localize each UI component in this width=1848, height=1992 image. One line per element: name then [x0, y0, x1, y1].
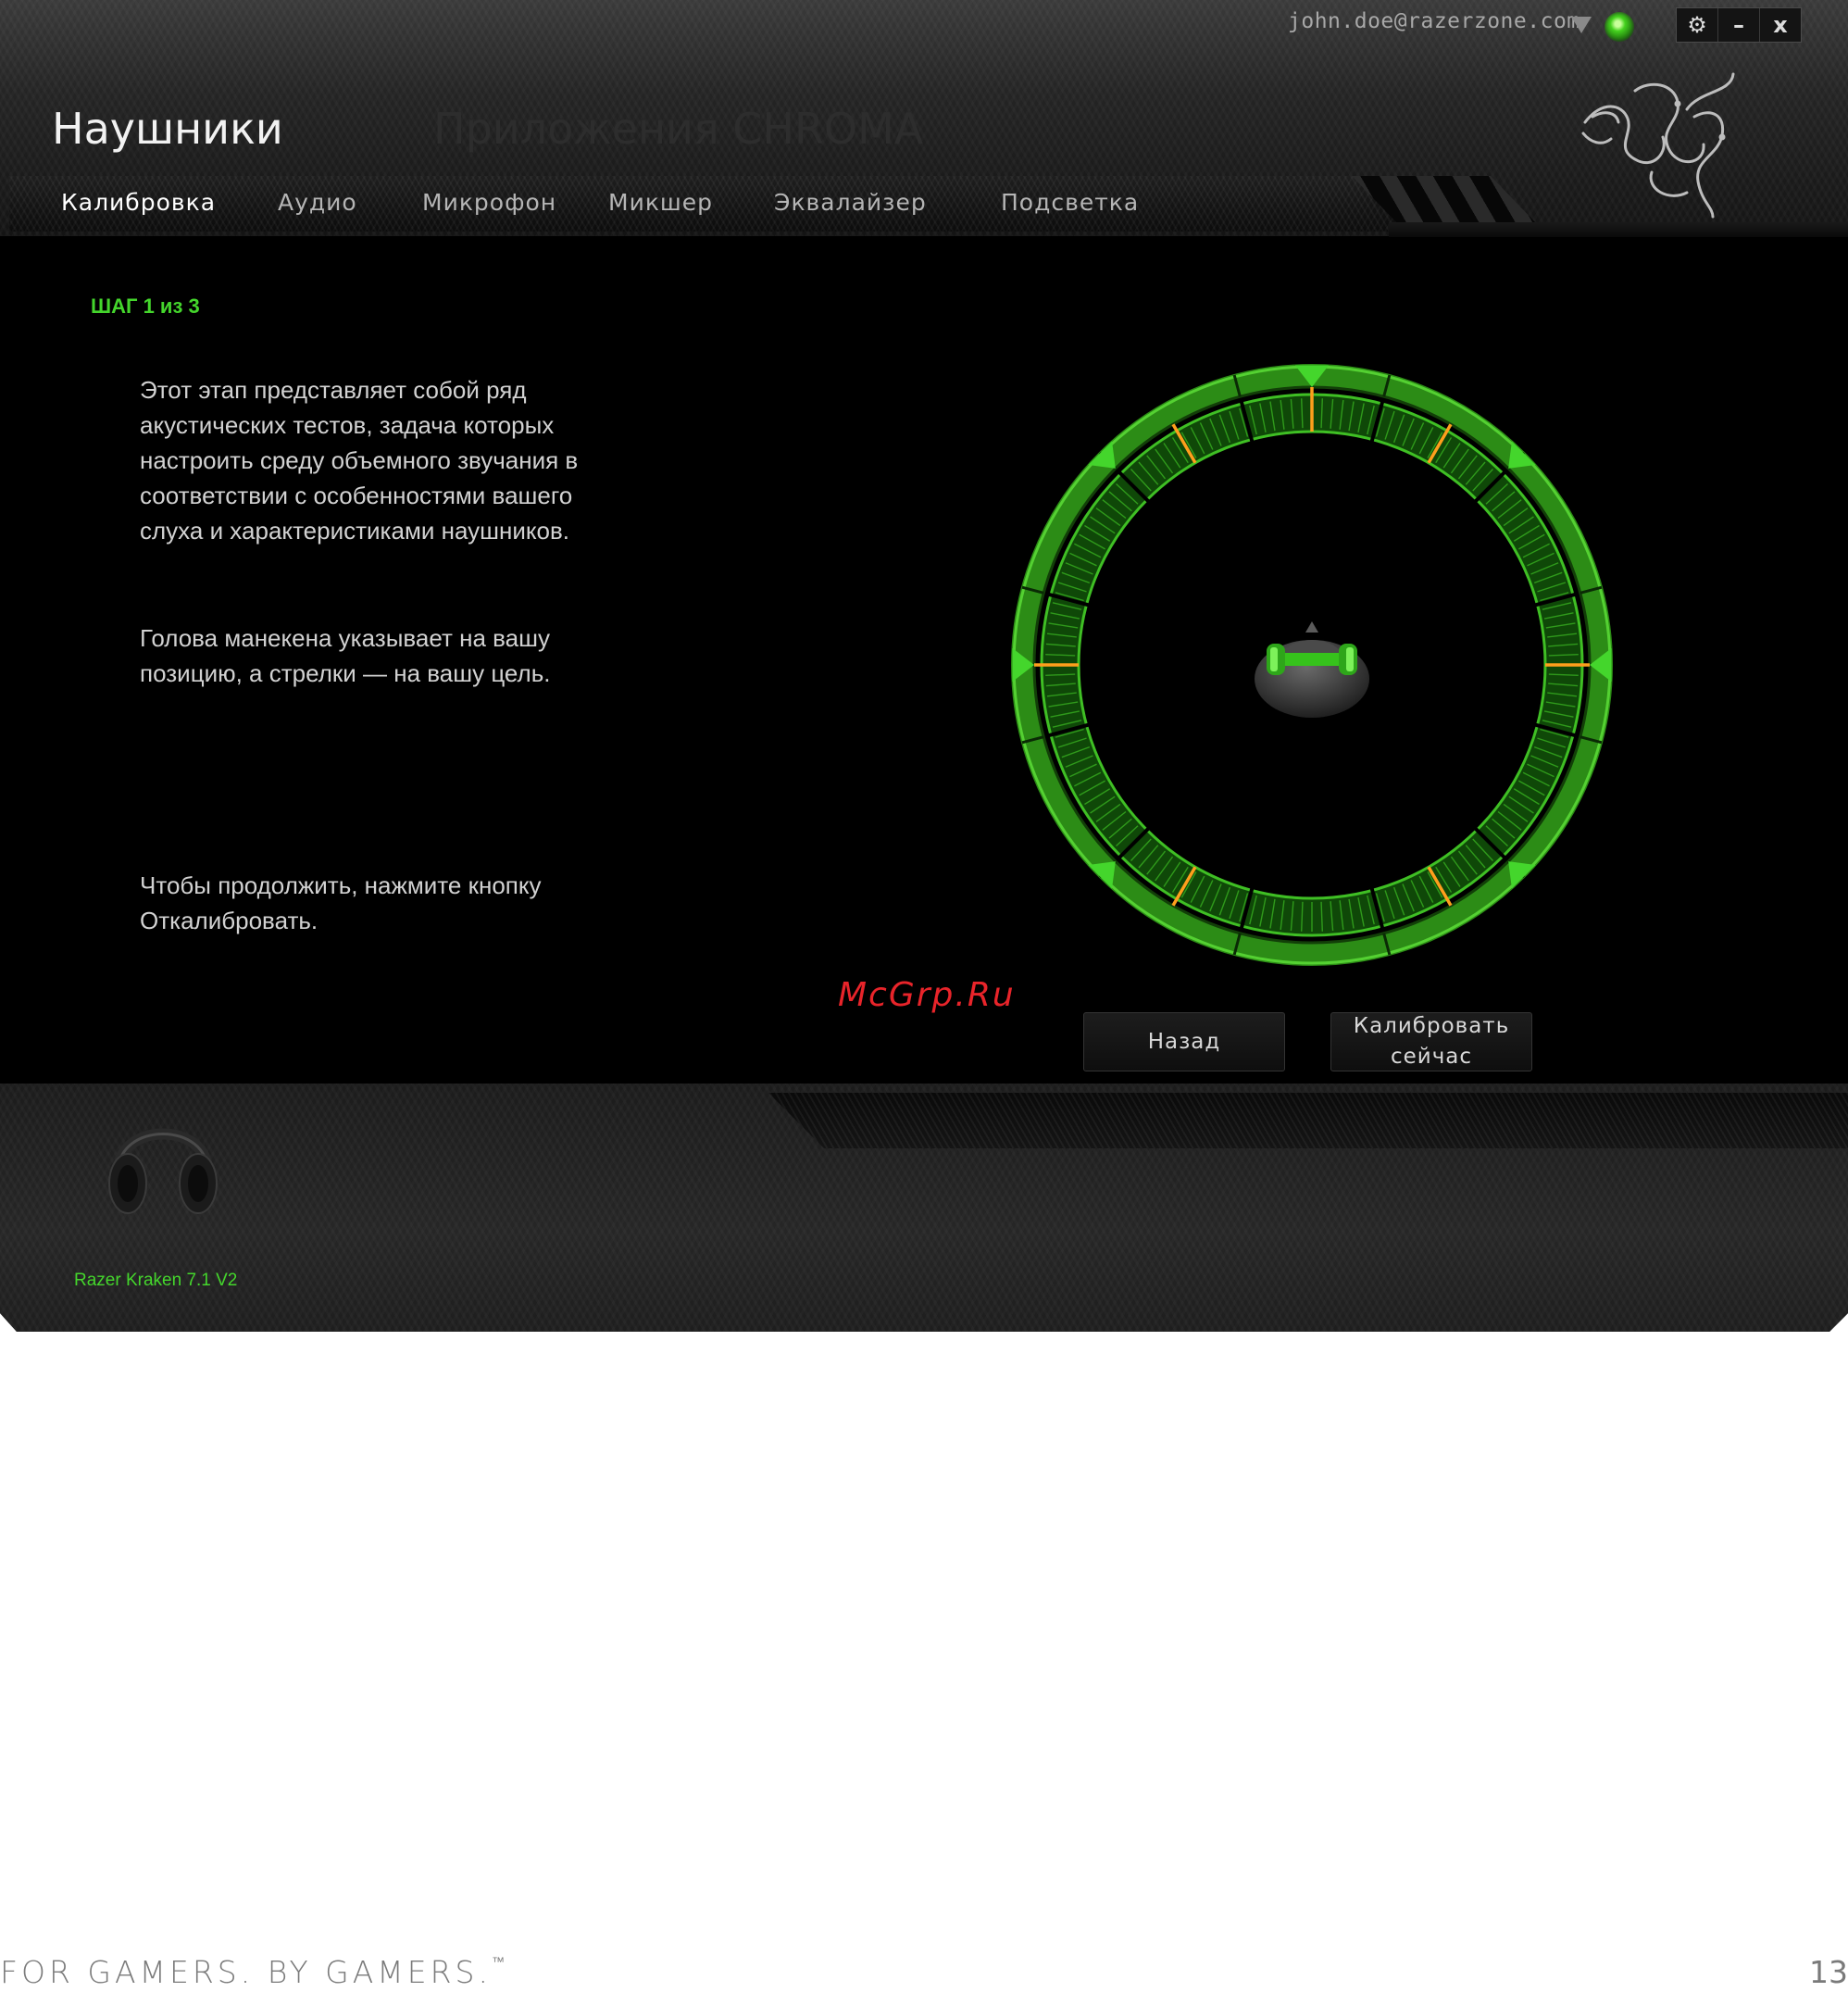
tab-microphone[interactable]: Микрофон [422, 189, 556, 216]
step-indicator: ШАГ 1 из 3 [91, 294, 200, 318]
back-button-label: Назад [1147, 1029, 1221, 1054]
target-arrow-icon[interactable] [1088, 441, 1116, 469]
description-text: Этот этап представляет собой ряд акустич… [140, 376, 579, 545]
gear-icon: ⚙ [1687, 12, 1707, 38]
user-dropdown-icon[interactable] [1571, 17, 1592, 33]
tab-lighting[interactable]: Подсветка [1001, 189, 1139, 216]
app-title: Наушники [52, 104, 283, 154]
tab-mixer[interactable]: Микшер [608, 189, 713, 216]
headset-icon[interactable] [106, 1102, 220, 1219]
target-arrow-icon[interactable] [1508, 861, 1536, 889]
calibration-dial[interactable] [1011, 364, 1613, 966]
tab-bar-edge [1389, 222, 1848, 237]
chroma-apps-link[interactable]: Приложения CHROMA [433, 104, 923, 154]
dummy-head-icon [1255, 621, 1369, 718]
continue-hint: Чтобы продолжить, нажмите кнопку Откалиб… [140, 871, 542, 934]
target-arrow-icon[interactable] [1088, 861, 1116, 889]
close-icon: x [1773, 12, 1788, 38]
minimize-button[interactable]: – [1718, 8, 1760, 42]
tab-equalizer[interactable]: Эквалайзер [774, 189, 927, 216]
device-name: Razer Kraken 7.1 V2 [74, 1271, 238, 1290]
settings-button[interactable]: ⚙ [1677, 8, 1718, 42]
app-window: Наушники Приложения CHROMA john.doe@raze… [0, 0, 1848, 1332]
dummy-head-hint: Голова манекена указывает на вашу позици… [140, 624, 551, 687]
tagline-text: FOR GAMERS. BY GAMERS. [0, 1954, 492, 1990]
calibrate-now-button[interactable]: Калибровать сейчас [1330, 1012, 1532, 1071]
tab-calibration[interactable]: Калибровка [61, 189, 216, 216]
back-button[interactable]: Назад [1083, 1012, 1285, 1071]
calibrate-button-label: Калибровать сейчас [1353, 1014, 1510, 1069]
window-controls: ⚙ – x [1676, 7, 1802, 43]
footer-shelf [768, 1093, 1848, 1148]
trademark-symbol: ™ [492, 1955, 505, 1970]
user-email[interactable]: john.doe@razerzone.com [1288, 9, 1580, 33]
close-button[interactable]: x [1760, 8, 1801, 42]
tagline: FOR GAMERS. BY GAMERS.™ [0, 1954, 505, 1990]
tab-audio[interactable]: Аудио [278, 189, 357, 216]
minimize-icon: – [1733, 12, 1744, 38]
razer-logo [1581, 72, 1735, 219]
target-arrow-icon[interactable] [1508, 441, 1536, 469]
online-status-icon [1605, 12, 1634, 42]
page-number: 13 [1809, 1954, 1848, 1990]
watermark: McGrp.Ru [838, 976, 1016, 1014]
